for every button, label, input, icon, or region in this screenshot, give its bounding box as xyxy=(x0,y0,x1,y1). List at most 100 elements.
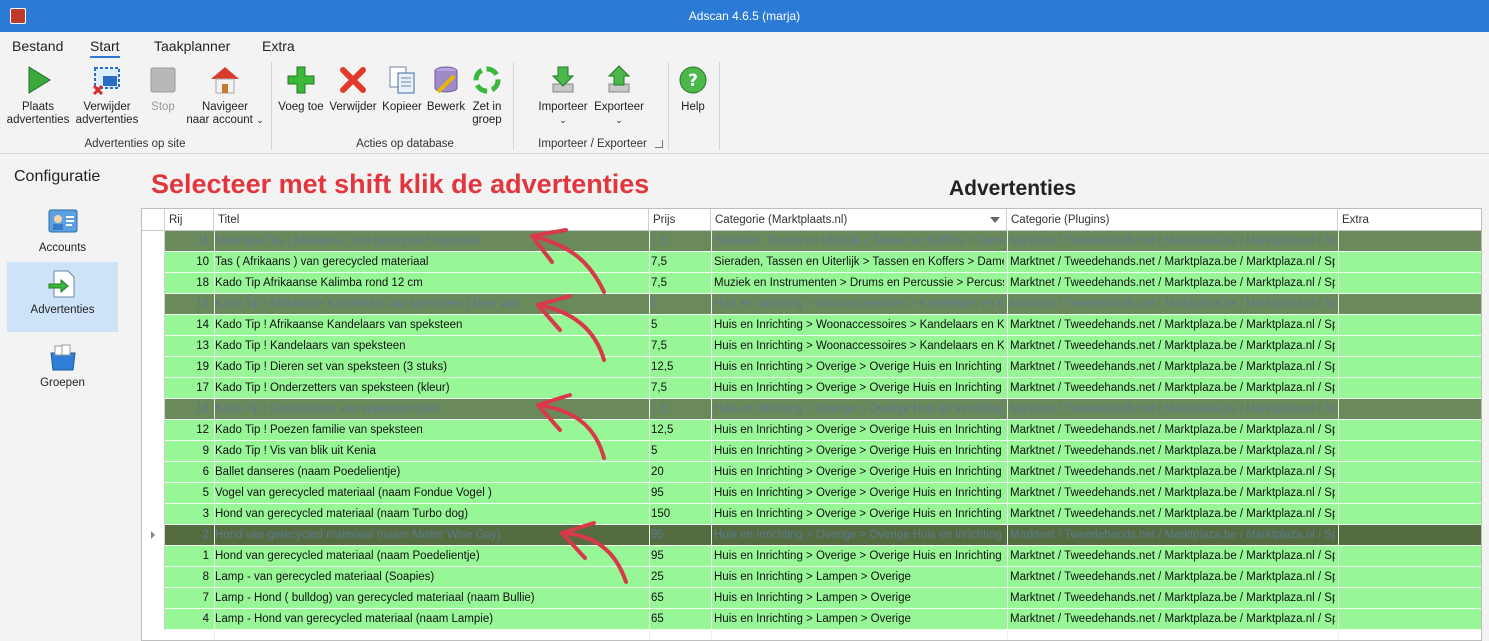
cell-rij: 3 xyxy=(202,508,209,520)
dialog-launcher-icon[interactable] xyxy=(655,140,663,148)
row-indicator[interactable] xyxy=(142,525,165,546)
bewerk-button[interactable]: Bewerk xyxy=(425,64,467,114)
table-row[interactable]: 3 Hond van gerecycled materiaal (naam Tur… xyxy=(165,504,1481,525)
ribbon-separator xyxy=(719,62,720,150)
table-row[interactable]: 16 Kado Tip ! Onderzetters van speksteen … xyxy=(165,399,1481,420)
row-indicator[interactable] xyxy=(142,336,165,357)
table-row[interactable]: 13 Kado Tip ! Kandelaars van speksteen 7,5… xyxy=(165,336,1481,357)
header-categorie-marktplaats[interactable]: Categorie (Marktplaats.nl) xyxy=(711,209,1007,231)
row-indicator[interactable] xyxy=(142,483,165,504)
header-indicator xyxy=(142,209,165,231)
voeg-toe-button[interactable]: Voeg toe xyxy=(276,64,326,114)
help-button[interactable]: ? Help xyxy=(675,64,711,114)
cell-cat: Huis en Inrichting > Woonaccessoires > K… xyxy=(714,319,1004,331)
table-row[interactable]: 4 Lamp - Hond van gerecycled materiaal (n… xyxy=(165,609,1481,630)
tab-taakplanner[interactable]: Taakplanner xyxy=(154,38,230,54)
header-prijs[interactable]: Prijs xyxy=(649,209,711,231)
row-indicator[interactable] xyxy=(142,378,165,399)
cell-prijs: 7,5 xyxy=(651,403,667,415)
cell-cat: Huis en Inrichting > Lampen > Overige xyxy=(714,613,911,625)
cell-titel: Hond van gerecycled materiaal (naam Turb… xyxy=(215,508,469,520)
plaats-advertenties-button[interactable]: Plaats advertenties xyxy=(5,64,71,127)
cell-titel: Kado Tip ! Kandelaars van speksteen xyxy=(215,340,406,352)
verwijder-advertenties-button[interactable]: Verwijder advertenties xyxy=(74,64,140,127)
header-extra[interactable]: Extra xyxy=(1338,209,1481,231)
row-indicator[interactable] xyxy=(142,546,165,567)
kopieer-button[interactable]: Kopieer xyxy=(380,64,424,114)
table-row[interactable]: 12 Kado Tip ! Poezen familie van spekstee… xyxy=(165,420,1481,441)
row-indicator[interactable] xyxy=(142,588,165,609)
cell-plug: Marktnet / Tweedehands.net / Marktplaza.… xyxy=(1010,592,1335,604)
cell-plug: Marktnet / Tweedehands.net / Marktplaza.… xyxy=(1010,256,1335,268)
zet-in-groep-button[interactable]: Zet in groep xyxy=(467,64,507,127)
cell-titel: Kado Tip ! Poezen familie van speksteen xyxy=(215,424,423,436)
nav-item-advertenties[interactable]: Advertenties xyxy=(7,262,118,332)
cell-prijs: 7,5 xyxy=(651,256,667,268)
row-indicator[interactable] xyxy=(142,462,165,483)
table-row[interactable]: 14 Kado Tip ! Afrikaanse Kandelaars van s… xyxy=(165,315,1481,336)
row-indicator[interactable] xyxy=(142,567,165,588)
row-indicator[interactable] xyxy=(142,273,165,294)
header-categorie-plugins[interactable]: Categorie (Plugins) xyxy=(1007,209,1338,231)
table-row[interactable]: 2 Hond van gerecycled materiaal (naam Mis… xyxy=(165,525,1481,546)
table-row[interactable]: 6 Ballet danseres (naam Poedelientje) 20 Hu… xyxy=(165,462,1481,483)
cell-titel: Kado Tip ! Afrikaanse Kandelaars van spe… xyxy=(215,319,463,331)
row-indicator[interactable] xyxy=(142,399,165,420)
tab-bestand[interactable]: Bestand xyxy=(12,38,63,54)
table-row[interactable]: 11 Kleurrijke Tas ( Afrikaans ) van gerec… xyxy=(165,231,1481,252)
table-row[interactable]: 18 Kado Tip Afrikaanse Kalimba rond 12 cm… xyxy=(165,273,1481,294)
table-row[interactable]: 9 Kado Tip ! Vis van blik uit Kenia 5 Huis … xyxy=(165,441,1481,462)
ribbon: Plaats advertenties Verwijder advertenti… xyxy=(0,58,1489,154)
row-indicator[interactable] xyxy=(142,357,165,378)
title-bar: Adscan 4.6.5 (marja) xyxy=(0,0,1489,32)
verwijder-button[interactable]: Verwijder xyxy=(328,64,378,114)
cell-rij: 18 xyxy=(196,277,209,289)
importeer-button[interactable]: Importeer ⌄ xyxy=(535,64,591,127)
table-row[interactable]: 10 Tas ( Afrikaans ) van gerecycled mater… xyxy=(165,252,1481,273)
tab-start[interactable]: Start xyxy=(90,38,120,58)
row-indicator[interactable] xyxy=(142,231,165,252)
table-row[interactable]: 7 Lamp - Hond ( bulldog) van gerecycled … xyxy=(165,588,1481,609)
row-indicator[interactable] xyxy=(142,441,165,462)
table-row[interactable]: 5 Vogel van gerecycled materiaal (naam Fo… xyxy=(165,483,1481,504)
cell-rij: 15 xyxy=(196,298,209,310)
group-acties-op-database: Acties op database xyxy=(356,138,454,150)
table-row[interactable]: 17 Kado Tip ! Onderzetters van speksteen… xyxy=(165,378,1481,399)
table-row[interactable]: 1 Hond van gerecycled materiaal (naam Poe… xyxy=(165,546,1481,567)
tab-extra[interactable]: Extra xyxy=(262,38,295,54)
ribbon-separator xyxy=(271,62,272,150)
row-indicator[interactable] xyxy=(142,420,165,441)
table-row[interactable]: 15 Kado Tip ! Afrikaanse Kandelaars van s… xyxy=(165,294,1481,315)
cell-rij: 14 xyxy=(196,319,209,331)
row-indicator[interactable] xyxy=(142,504,165,525)
exporteer-button[interactable]: Exporteer ⌄ xyxy=(591,64,647,127)
cell-plug: Marktnet / Tweedehands.net / Marktplaza.… xyxy=(1010,550,1335,562)
row-indicator[interactable] xyxy=(142,315,165,336)
cell-rij: 6 xyxy=(202,466,209,478)
cell-rij: 16 xyxy=(196,403,209,415)
group-advertenties-op-site: Advertenties op site xyxy=(84,138,186,150)
table-row[interactable]: 19 Kado Tip ! Dieren set van speksteen (3… xyxy=(165,357,1481,378)
row-indicator[interactable] xyxy=(142,252,165,273)
current-row-icon xyxy=(151,531,155,539)
nav-item-accounts[interactable]: Accounts xyxy=(7,200,118,270)
cell-titel: Kado Tip ! Onderzetters van speksteen (w… xyxy=(215,403,439,415)
nav-item-groepen[interactable]: Groepen xyxy=(7,335,118,405)
advertenties-grid[interactable]: Rij Titel Prijs Categorie (Marktplaats.n… xyxy=(141,208,1482,641)
stop-button[interactable]: Stop xyxy=(143,64,183,114)
cell-rij: 12 xyxy=(196,424,209,436)
row-indicator[interactable] xyxy=(142,294,165,315)
cell-titel: Hond van gerecycled materiaal (naam Mist… xyxy=(215,529,501,541)
row-indicator[interactable] xyxy=(142,609,165,630)
navigeer-naar-account-button[interactable]: Navigeer naar account ⌄ xyxy=(186,64,264,127)
cell-cat: Huis en Inrichting > Overige > Overige H… xyxy=(714,403,1002,415)
cell-prijs: 12,5 xyxy=(651,361,674,373)
header-titel[interactable]: Titel xyxy=(214,209,649,231)
header-rij[interactable]: Rij xyxy=(165,209,214,231)
cell-plug: Marktnet / Tweedehands.net / Marktplaza.… xyxy=(1010,487,1335,499)
table-row[interactable]: 8 Lamp - van gerecycled materiaal (Soapie… xyxy=(165,567,1481,588)
chevron-down-icon: ⌄ xyxy=(256,115,264,125)
cell-rij: 8 xyxy=(202,571,209,583)
group-importeer-exporteer: Importeer / Exporteer xyxy=(538,138,647,150)
play-icon xyxy=(28,66,51,94)
